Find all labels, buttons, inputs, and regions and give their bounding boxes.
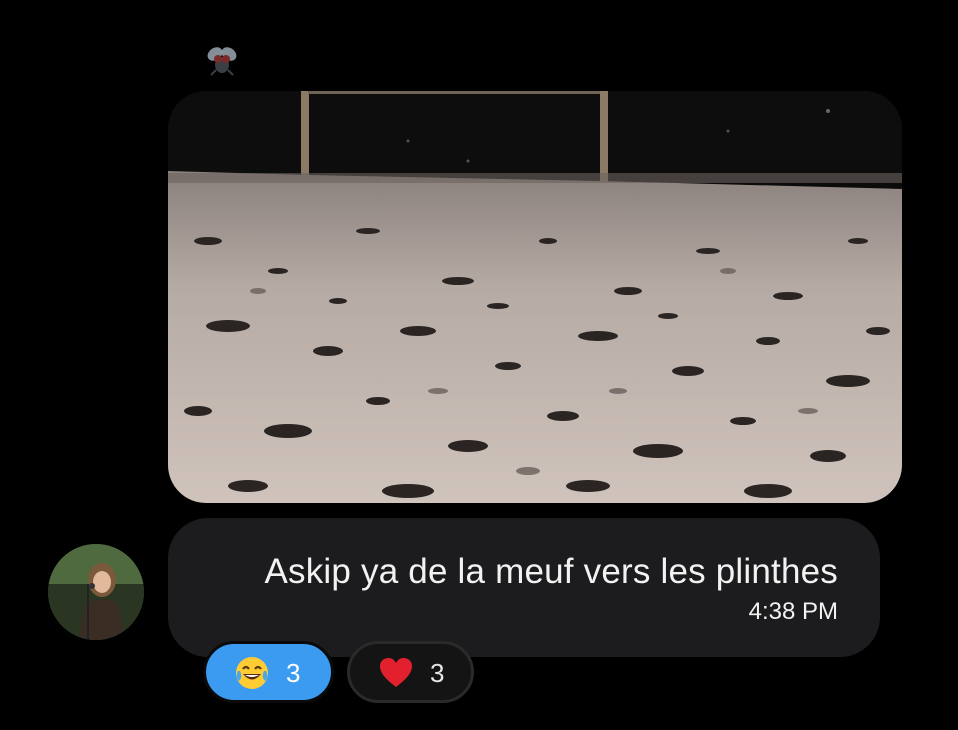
reaction-heart[interactable]: 3 xyxy=(347,641,474,703)
red-heart-emoji-icon xyxy=(378,655,414,691)
message-bubble[interactable]: Askip ya de la meuf vers les plinthes 4:… xyxy=(168,518,880,657)
fly-icon xyxy=(204,44,240,80)
reaction-laughing[interactable]: 3 xyxy=(203,641,334,703)
message-text: Askip ya de la meuf vers les plinthes xyxy=(264,552,838,591)
message-timestamp: 4:38 PM xyxy=(748,598,838,625)
reaction-count: 3 xyxy=(286,658,301,688)
laughing-crying-emoji-icon xyxy=(234,655,270,691)
avatar[interactable] xyxy=(48,544,144,640)
reaction-count: 3 xyxy=(430,658,445,688)
photo-attachment[interactable] xyxy=(168,91,902,503)
